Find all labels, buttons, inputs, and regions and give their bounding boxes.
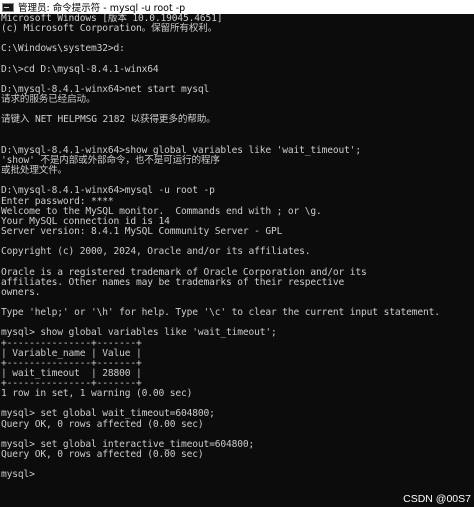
console-line: 或批处理文件。 (1, 165, 68, 177)
console-line: D:\>cd D:\mysql-8.4.1-winx64 (1, 63, 159, 75)
console-line: affiliates. Other names may be trademark… (1, 276, 345, 288)
console-line: 请求的服务已经启动。 (1, 94, 96, 106)
cmd-icon (2, 2, 14, 12)
console-line: C:\Windows\system32>d: (1, 43, 125, 55)
console-line: Server version: 8.4.1 MySQL Community Se… (1, 225, 283, 237)
console-line: Query OK, 0 rows affected (0.00 sec) (1, 418, 204, 430)
title-bar[interactable]: 管理员: 命令提示符 - mysql -u root -p (0, 0, 474, 14)
console-line: 1 row in set, 1 warning (0.00 sec) (1, 388, 193, 400)
console-line: 'show' 不是内部或外部命令，也不是可运行的程序 (1, 154, 220, 166)
console-line: Query OK, 0 rows affected (0.00 sec) (1, 449, 204, 461)
console-line: mysql> (1, 469, 35, 481)
console-line: 请键入 NET HELPMSG 2182 以获得更多的帮助。 (1, 114, 216, 126)
console-line: (c) Microsoft Corporation。保留所有权利。 (1, 23, 218, 35)
window-title: 管理员: 命令提示符 - mysql -u root -p (18, 3, 186, 14)
command-prompt-window: 管理员: 命令提示符 - mysql -u root -p Microsoft … (0, 0, 474, 507)
console-line: owners. (1, 286, 41, 298)
console-line: Type 'help;' or '\h' for help. Type '\c'… (1, 307, 440, 319)
watermark: CSDN @00S7 (403, 493, 471, 505)
console-line: Copyright (c) 2000, 2024, Oracle and/or … (1, 246, 311, 258)
console-line: D:\mysql-8.4.1-winx64>mysql -u root -p (1, 185, 215, 197)
console-output[interactable]: Microsoft Windows [版本 10.0.19045.4651] (c… (0, 14, 474, 507)
console-line: mysql> show global variables like 'wait_… (1, 327, 277, 339)
